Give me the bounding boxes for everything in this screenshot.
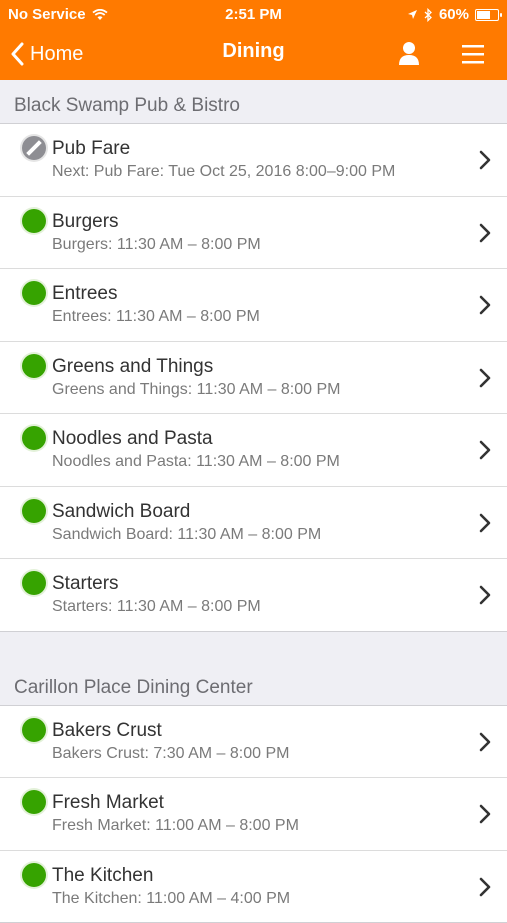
chevron-right-icon-wrap xyxy=(479,295,491,315)
hamburger-menu-icon xyxy=(457,38,489,70)
chevron-right-icon xyxy=(479,513,491,533)
list-item-title: Noodles and Pasta xyxy=(52,428,213,450)
top-bar: No Service 2:51 PM 60% Home Din xyxy=(0,0,507,80)
chevron-right-icon-wrap xyxy=(479,513,491,533)
chevron-right-icon-wrap xyxy=(479,440,491,460)
dining-list: Black Swamp Pub & Bistro Pub Fare Next: Pu… xyxy=(0,80,507,923)
user-icon xyxy=(393,38,425,70)
chevron-right-icon xyxy=(479,877,491,897)
chevron-right-icon xyxy=(479,150,491,170)
chevron-right-icon-wrap xyxy=(479,368,491,388)
list-item-hours: The Kitchen: 11:00 AM – 4:00 PM xyxy=(52,890,290,908)
list-item-title: Pub Fare xyxy=(52,138,130,160)
list-item[interactable]: Burgers Burgers: 11:30 AM – 8:00 PM xyxy=(0,197,507,270)
list-item-title: Starters xyxy=(52,573,119,595)
chevron-right-icon xyxy=(479,223,491,243)
list-item-title: Greens and Things xyxy=(52,356,213,378)
open-status-icon xyxy=(22,209,46,233)
list-item[interactable]: Pub Fare Next: Pub Fare: Tue Oct 25, 2016… xyxy=(0,124,507,197)
list-item[interactable]: Starters Starters: 11:30 AM – 8:00 PM xyxy=(0,559,507,632)
list-item-hours: Noodles and Pasta: 11:30 AM – 8:00 PM xyxy=(52,453,340,471)
section-header: Black Swamp Pub & Bistro xyxy=(0,80,507,124)
chevron-right-icon-wrap xyxy=(479,585,491,605)
chevron-right-icon-wrap xyxy=(479,150,491,170)
list-item-title: Fresh Market xyxy=(52,792,164,814)
chevron-right-icon xyxy=(479,295,491,315)
battery-label: 60% xyxy=(439,6,469,23)
page-title: Dining xyxy=(0,40,507,63)
section-list: Pub Fare Next: Pub Fare: Tue Oct 25, 2016… xyxy=(0,124,507,632)
chevron-right-icon-wrap xyxy=(479,877,491,897)
list-item-hours: Next: Pub Fare: Tue Oct 25, 2016 8:00–9:… xyxy=(52,163,395,181)
list-item-hours: Bakers Crust: 7:30 AM – 8:00 PM xyxy=(52,745,289,763)
list-item[interactable]: Noodles and Pasta Noodles and Pasta: 11:3… xyxy=(0,414,507,487)
list-item-hours: Burgers: 11:30 AM – 8:00 PM xyxy=(52,236,261,254)
list-item[interactable]: The Kitchen The Kitchen: 11:00 AM – 4:00 … xyxy=(0,851,507,923)
chevron-right-icon xyxy=(479,804,491,824)
section-header: Carillon Place Dining Center xyxy=(0,662,507,706)
chevron-right-icon-wrap xyxy=(479,223,491,243)
list-item-title: Entrees xyxy=(52,283,117,305)
section-list: Bakers Crust Bakers Crust: 7:30 AM – 8:00… xyxy=(0,706,507,923)
list-item[interactable]: Fresh Market Fresh Market: 11:00 AM – 8:0… xyxy=(0,778,507,851)
status-right: 60% xyxy=(407,6,499,23)
list-item-hours: Entrees: 11:30 AM – 8:00 PM xyxy=(52,308,260,326)
list-item-hours: Fresh Market: 11:00 AM – 8:00 PM xyxy=(52,817,299,835)
location-arrow-icon xyxy=(407,9,418,20)
list-item-title: The Kitchen xyxy=(52,865,153,887)
list-item[interactable]: Entrees Entrees: 11:30 AM – 8:00 PM xyxy=(0,269,507,342)
section-spacer xyxy=(0,632,507,662)
list-item-title: Bakers Crust xyxy=(52,720,162,742)
open-status-icon xyxy=(22,863,46,887)
open-status-icon xyxy=(22,718,46,742)
list-item-title: Sandwich Board xyxy=(52,501,190,523)
chevron-right-icon xyxy=(479,440,491,460)
open-status-icon xyxy=(22,354,46,378)
open-status-icon xyxy=(22,426,46,450)
chevron-right-icon xyxy=(479,732,491,752)
chevron-right-icon xyxy=(479,585,491,605)
list-item[interactable]: Greens and Things Greens and Things: 11:3… xyxy=(0,342,507,415)
navigation-bar: Home Dining xyxy=(0,28,507,80)
chevron-right-icon-wrap xyxy=(479,732,491,752)
closed-status-icon xyxy=(22,136,46,160)
battery-icon xyxy=(475,9,499,21)
list-item-hours: Greens and Things: 11:30 AM – 8:00 PM xyxy=(52,381,340,399)
list-item[interactable]: Sandwich Board Sandwich Board: 11:30 AM –… xyxy=(0,487,507,560)
open-status-icon xyxy=(22,499,46,523)
profile-button[interactable] xyxy=(393,38,425,70)
open-status-icon xyxy=(22,281,46,305)
list-item-hours: Sandwich Board: 11:30 AM – 8:00 PM xyxy=(52,526,321,544)
open-status-icon xyxy=(22,571,46,595)
chevron-right-icon xyxy=(479,368,491,388)
list-item-title: Burgers xyxy=(52,211,119,233)
bluetooth-icon xyxy=(424,8,433,22)
list-item[interactable]: Bakers Crust Bakers Crust: 7:30 AM – 8:00… xyxy=(0,706,507,779)
list-item-hours: Starters: 11:30 AM – 8:00 PM xyxy=(52,598,261,616)
status-bar: No Service 2:51 PM 60% xyxy=(0,0,507,28)
chevron-right-icon-wrap xyxy=(479,804,491,824)
open-status-icon xyxy=(22,790,46,814)
menu-button[interactable] xyxy=(457,38,489,70)
